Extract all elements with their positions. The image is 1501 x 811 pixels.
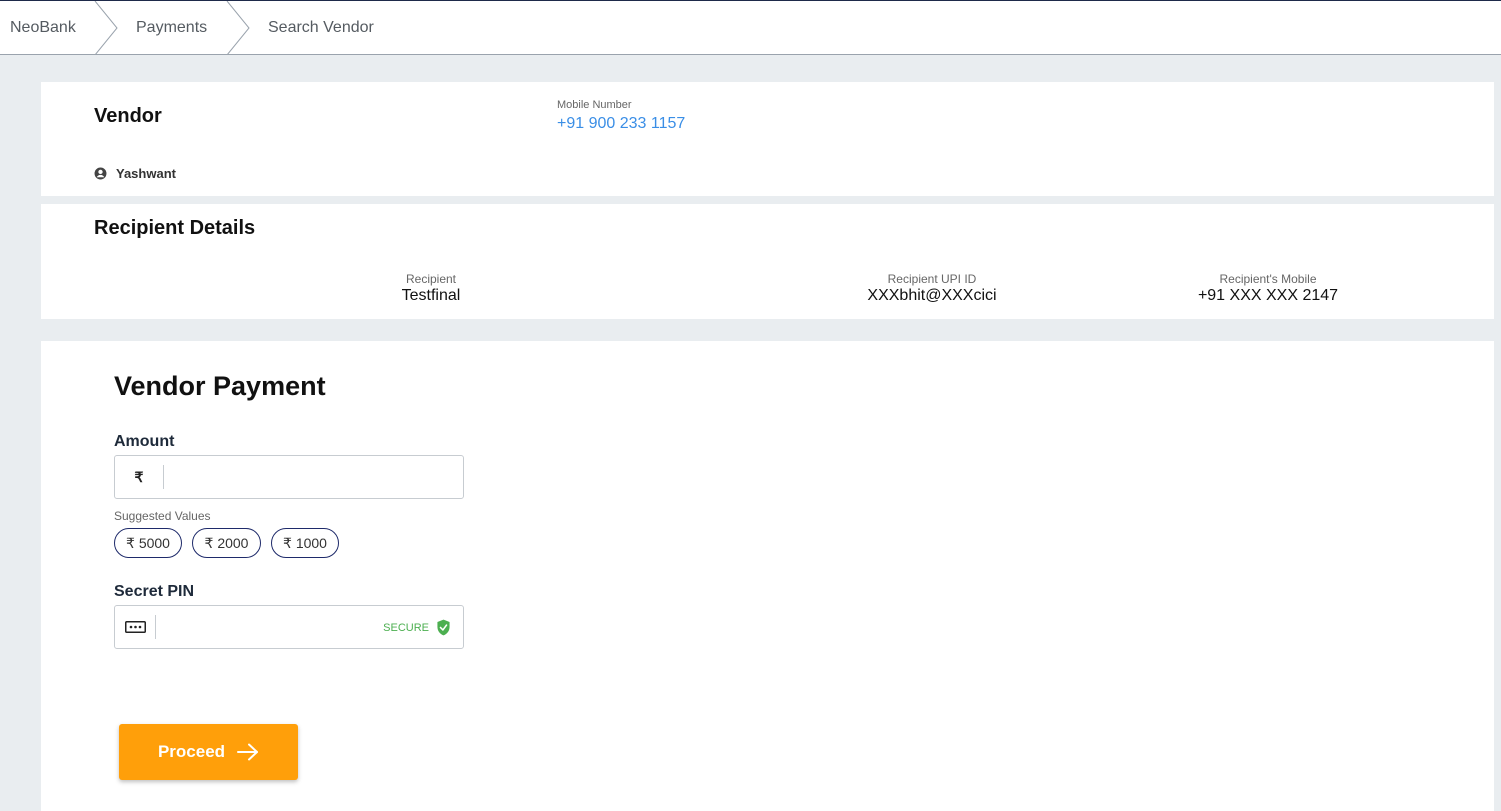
recipient-mobile-value: +91 XXX XXX 2147 [1197, 287, 1339, 304]
amount-label: Amount [114, 433, 175, 450]
recipient-name-field: Recipient Testfinal [311, 272, 551, 306]
secure-text: SECURE [383, 621, 429, 634]
amount-field[interactable]: ₹ [114, 455, 464, 499]
vendor-payment-card: Vendor Payment Amount ₹ Suggested Values… [41, 341, 1494, 811]
recipient-upi-value: XXXbhit@XXXcici [867, 287, 997, 304]
vendor-card: Vendor Mobile Number +91 900 233 1157 Ya… [41, 82, 1494, 196]
suggestion-chip-2000[interactable]: ₹ 2000 [192, 528, 261, 558]
arrow-right-icon [237, 743, 259, 761]
secret-pin-field[interactable]: SECURE [114, 605, 464, 649]
vendor-user-name: Yashwant [116, 166, 176, 181]
breadcrumb-item-search-vendor[interactable]: Search Vendor [268, 1, 374, 55]
proceed-label: Proceed [157, 742, 226, 761]
breadcrumb: NeoBank Payments Search Vendor [0, 0, 1501, 55]
vendor-title: Vendor [94, 105, 162, 127]
breadcrumb-item-neobank[interactable]: NeoBank [10, 1, 76, 55]
recipient-mobile-label: Recipient's Mobile [1219, 272, 1317, 286]
vendor-user: Yashwant [94, 166, 176, 181]
rupee-icon: ₹ [115, 465, 164, 489]
mobile-number-label: Mobile Number [557, 99, 632, 111]
suggested-values-label: Suggested Values [114, 509, 211, 523]
recipient-upi-field: Recipient UPI ID XXXbhit@XXXcici [812, 272, 1052, 306]
breadcrumb-separator-icon [94, 1, 118, 55]
proceed-button[interactable]: Proceed [119, 724, 298, 780]
recipient-details-title: Recipient Details [94, 217, 256, 239]
suggestion-chip-5000[interactable]: ₹ 5000 [114, 528, 182, 558]
recipient-upi-label: Recipient UPI ID [887, 272, 977, 286]
recipient-name-label: Recipient [405, 272, 457, 286]
secret-pin-label: Secret PIN [114, 583, 195, 600]
shield-check-icon [437, 619, 450, 636]
password-dots-icon [125, 621, 146, 633]
amount-input[interactable] [171, 464, 445, 492]
recipient-name-value: Testfinal [401, 287, 461, 304]
mobile-number-value[interactable]: +91 900 233 1157 [557, 115, 685, 133]
pin-prefix [115, 615, 156, 639]
account-circle-icon [94, 167, 107, 180]
secret-pin-input[interactable] [163, 614, 377, 642]
vendor-payment-title: Vendor Payment [114, 371, 326, 401]
recipient-mobile-field: Recipient's Mobile +91 XXX XXX 2147 [1148, 272, 1388, 306]
suggestion-chip-1000[interactable]: ₹ 1000 [271, 528, 339, 558]
breadcrumb-item-payments[interactable]: Payments [136, 1, 207, 55]
breadcrumb-separator-icon [226, 1, 250, 55]
secure-indicator: SECURE [383, 619, 451, 636]
recipient-details-card: Recipient Details Recipient Testfinal Re… [41, 204, 1494, 319]
